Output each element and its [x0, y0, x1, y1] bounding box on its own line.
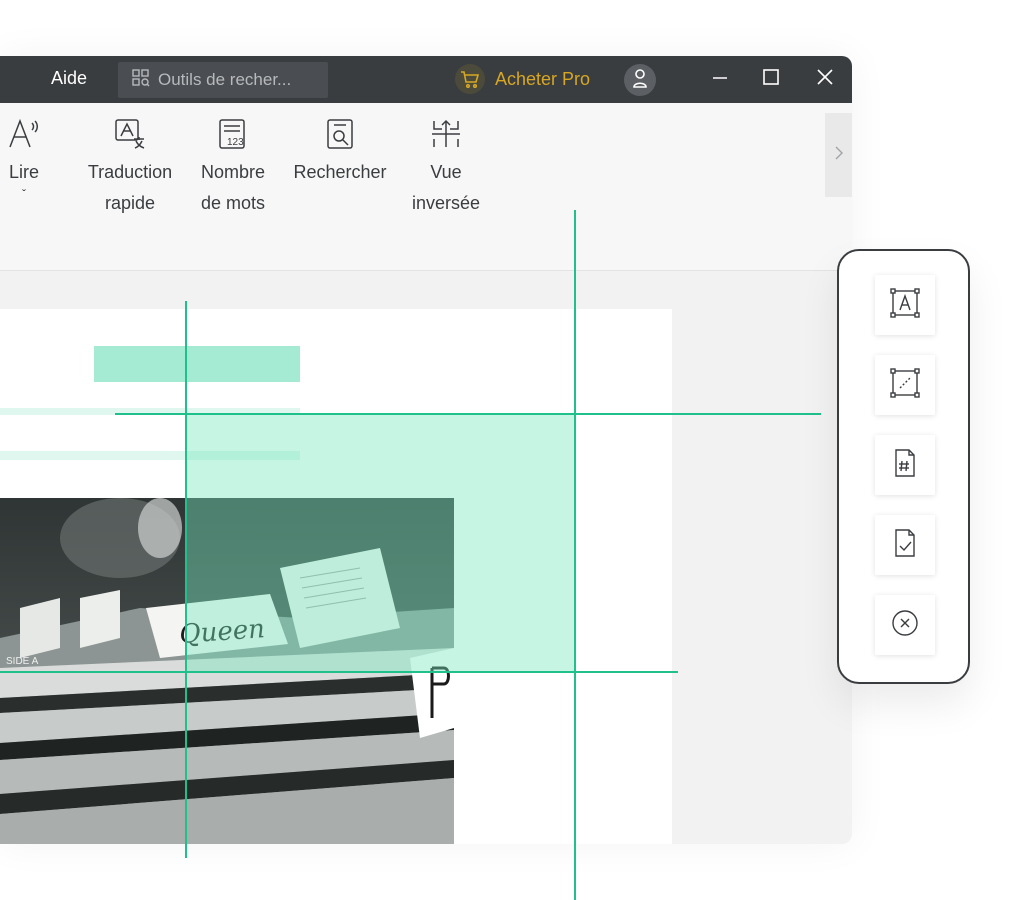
svg-text:123: 123: [227, 137, 244, 148]
guide-line-horizontal: [0, 671, 678, 673]
ribbon-reverse-view-label-2: inversée: [411, 193, 481, 213]
chevron-right-icon: [834, 145, 844, 166]
maximize-icon: [762, 68, 780, 91]
tool-search-icon: [132, 68, 150, 92]
photo-side-text: SIDE A: [6, 656, 39, 667]
ribbon-search-label: Rechercher: [293, 162, 387, 182]
ribbon-read-button[interactable]: Lire ˇ: [4, 117, 44, 200]
ribbon-translate-label-1: Traduction: [87, 162, 173, 182]
crop-tool-icon: [890, 367, 920, 403]
ribbon-word-count-label-1: Nombre: [200, 162, 266, 182]
buy-pro-button[interactable]: Acheter Pro: [455, 64, 590, 94]
text-box-tool-icon: [890, 287, 920, 323]
ribbon-read-dropdown-arrow[interactable]: ˇ: [4, 188, 44, 200]
ribbon-word-count-button[interactable]: 123 Nombre de mots: [193, 117, 273, 219]
user-icon: [632, 68, 648, 93]
page-number-tool-button[interactable]: [875, 435, 935, 495]
maximize-button[interactable]: [760, 68, 782, 90]
menu-aide[interactable]: Aide: [51, 68, 87, 89]
close-window-button[interactable]: [814, 68, 836, 90]
close-icon: [816, 68, 834, 91]
guide-line-vertical: [574, 210, 576, 900]
text-block-placeholder: [94, 346, 300, 382]
ribbon-search-button[interactable]: Rechercher: [288, 117, 392, 188]
close-tool-icon: [890, 608, 920, 643]
ribbon-translate-label-2: rapide: [104, 193, 156, 213]
page-number-tool-icon: [890, 448, 920, 483]
ribbon-reverse-view-button[interactable]: Vue inversée: [405, 117, 487, 219]
minimize-icon: [711, 68, 729, 91]
reverse-view-icon: [405, 117, 487, 157]
translate-icon: [80, 117, 180, 157]
text-box-tool-button[interactable]: [875, 275, 935, 335]
user-account-button[interactable]: [624, 64, 656, 96]
checkmark-tool-icon: [890, 528, 920, 563]
ribbon-read-label: Lire: [8, 162, 39, 182]
search-doc-icon: [288, 117, 392, 157]
ribbon-word-count-label-2: de mots: [200, 193, 266, 213]
ribbon-scroll-right-button[interactable]: [825, 113, 852, 197]
read-aloud-icon: [4, 117, 44, 157]
ribbon-translate-button[interactable]: Traduction rapide: [80, 117, 180, 219]
title-bar: Aide Outils de recher... Acheter Pro: [0, 56, 852, 103]
search-placeholder: Outils de recher...: [158, 70, 292, 89]
ribbon-toolbar: Lire ˇ Traduction rapide 123 Nombre de m…: [0, 103, 852, 320]
selection-rectangle[interactable]: [185, 414, 575, 672]
close-tool-button[interactable]: [875, 595, 935, 655]
crop-tool-button[interactable]: [875, 355, 935, 415]
buy-pro-label: Acheter Pro: [495, 68, 591, 89]
floating-tools-panel: [837, 249, 970, 684]
guide-line-horizontal: [115, 413, 821, 415]
cart-icon: [455, 64, 485, 94]
tool-search-box[interactable]: Outils de recher...: [118, 62, 328, 98]
minimize-button[interactable]: [709, 68, 731, 90]
ribbon-reverse-view-label-1: Vue: [430, 162, 462, 182]
word-count-icon: 123: [193, 117, 273, 157]
checkmark-tool-button[interactable]: [875, 515, 935, 575]
guide-line-vertical: [185, 301, 187, 858]
